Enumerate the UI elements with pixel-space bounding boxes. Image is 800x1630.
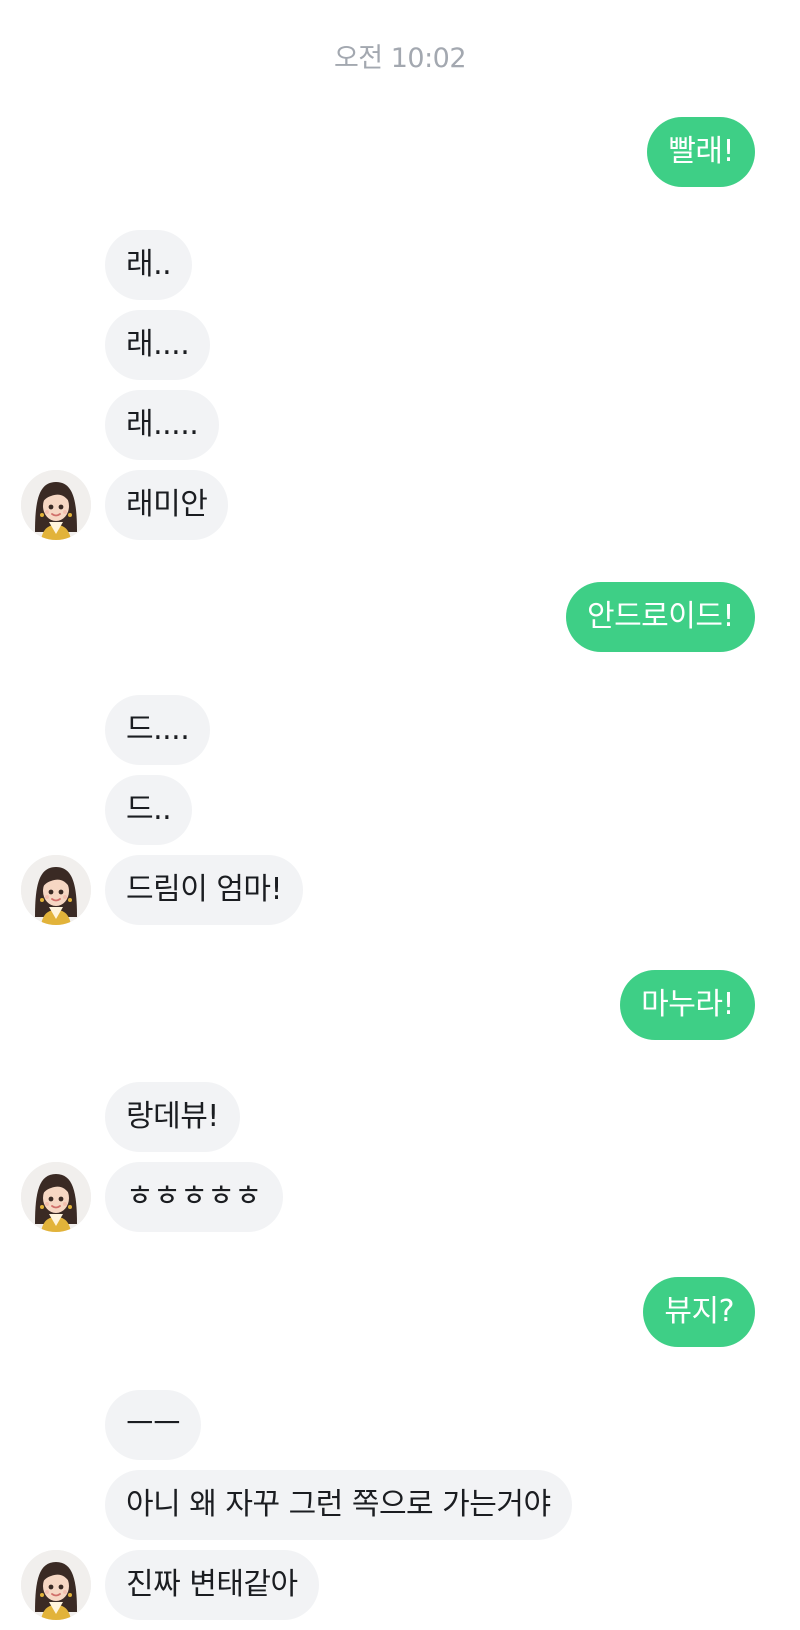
message-row: 드.... <box>0 695 800 765</box>
chat-timestamp: 오전 10:02 <box>333 43 467 74</box>
outgoing-message-bubble[interactable]: 마누라! <box>620 970 755 1040</box>
outgoing-message-bubble[interactable]: 뷰지? <box>643 1277 755 1347</box>
message-row: ㅎㅎㅎㅎㅎ <box>0 1162 800 1232</box>
message-row: 래미안 <box>0 470 800 540</box>
outgoing-message-bubble[interactable]: 빨래! <box>647 117 755 187</box>
incoming-message-bubble[interactable]: ㅎㅎㅎㅎㅎ <box>105 1162 283 1232</box>
message-row: 랑데뷰! <box>0 1082 800 1152</box>
incoming-message-bubble[interactable]: 드림이 엄마! <box>105 855 304 925</box>
message-row: 아니 왜 자꾸 그런 쪽으로 가는거야 <box>0 1470 800 1540</box>
girl-avatar-icon[interactable] <box>21 855 91 925</box>
outgoing-message-bubble[interactable]: 안드로이드! <box>565 582 755 652</box>
incoming-message-bubble[interactable]: 래.. <box>105 230 193 300</box>
message-row: 드림이 엄마! <box>0 855 800 925</box>
message-row: 래..... <box>0 390 800 460</box>
incoming-message-bubble[interactable]: 진짜 변태같아 <box>105 1550 319 1620</box>
message-row: 마누라! <box>0 970 800 1040</box>
girl-avatar-icon[interactable] <box>21 1550 91 1620</box>
message-row: ㅡㅡ <box>0 1390 800 1460</box>
incoming-message-bubble[interactable]: 래..... <box>105 390 220 460</box>
incoming-message-bubble[interactable]: 래미안 <box>105 470 229 540</box>
incoming-message-bubble[interactable]: 아니 왜 자꾸 그런 쪽으로 가는거야 <box>105 1470 572 1540</box>
message-row: 빨래! <box>0 117 800 187</box>
incoming-message-bubble[interactable]: 래.... <box>105 310 211 380</box>
incoming-message-bubble[interactable]: 랑데뷰! <box>105 1082 240 1152</box>
chat-thread[interactable]: 오전 10:02 빨래! 래.. 래.... 래..... 래미안 안드로이드!… <box>0 0 800 1630</box>
message-row: 진짜 변태같아 <box>0 1550 800 1620</box>
incoming-message-bubble[interactable]: ㅡㅡ <box>105 1390 202 1460</box>
girl-avatar-icon[interactable] <box>21 1162 91 1232</box>
message-row: 드.. <box>0 775 800 845</box>
message-row: 래.. <box>0 230 800 300</box>
incoming-message-bubble[interactable]: 드.. <box>105 775 193 845</box>
message-row: 래.... <box>0 310 800 380</box>
message-row: 안드로이드! <box>0 582 800 652</box>
incoming-message-bubble[interactable]: 드.... <box>105 695 211 765</box>
girl-avatar-icon[interactable] <box>21 470 91 540</box>
message-row: 뷰지? <box>0 1277 800 1347</box>
